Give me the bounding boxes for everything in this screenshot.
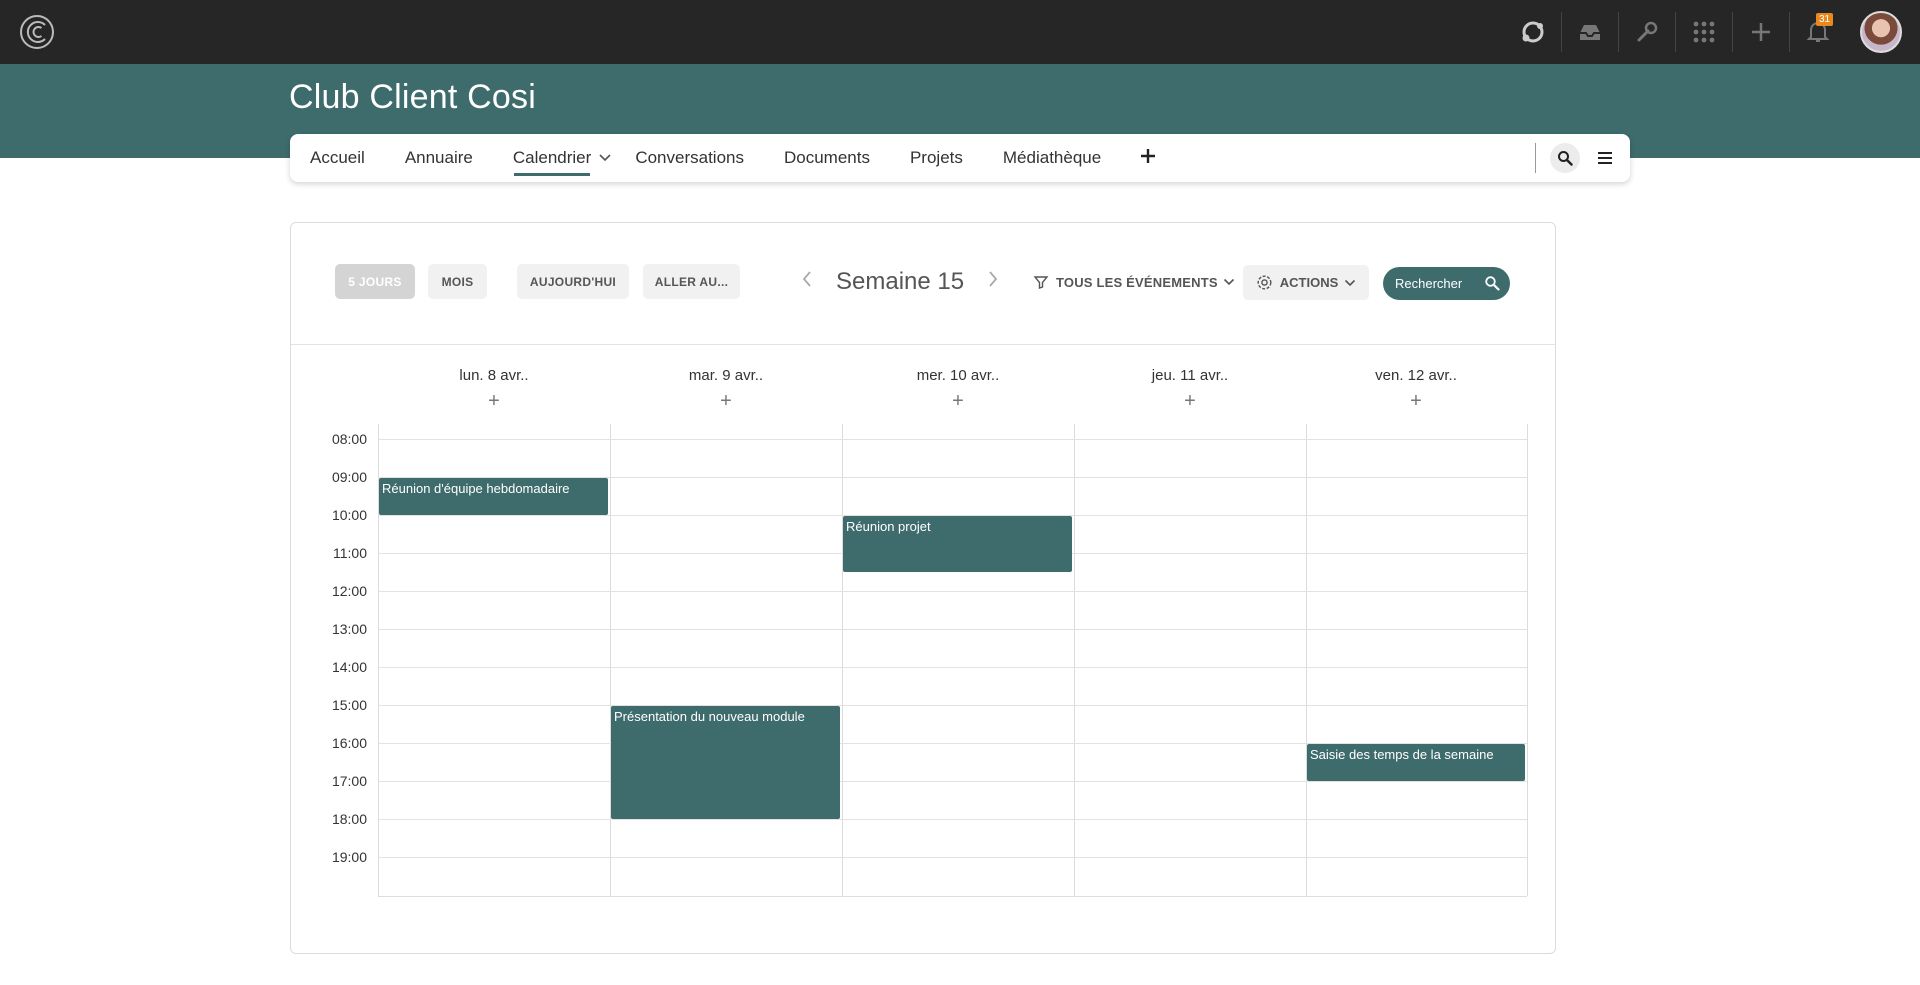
hour-line bbox=[378, 591, 1527, 592]
hour-label: 13:00 bbox=[331, 621, 367, 637]
hour-label: 12:00 bbox=[331, 583, 367, 599]
day-header: jeu. 11 avr.. bbox=[1151, 367, 1229, 384]
week-navigator: Semaine 15 bbox=[796, 264, 1004, 300]
tab-annuaire[interactable]: Annuaire bbox=[385, 134, 493, 182]
grid-column-line bbox=[1074, 424, 1075, 896]
month-button[interactable]: MOIS bbox=[428, 264, 487, 299]
week-label: Semaine 15 bbox=[836, 268, 965, 295]
chevron-down-icon bbox=[1223, 278, 1234, 286]
add-event-button[interactable]: + bbox=[1074, 391, 1306, 411]
day-header: lun. 8 avr.. bbox=[459, 367, 529, 384]
grid-column-line bbox=[1527, 424, 1528, 896]
notifications-button[interactable]: 31 bbox=[1790, 0, 1846, 64]
five-days-button[interactable]: 5 JOURS bbox=[335, 264, 415, 299]
hour-label: 11:00 bbox=[333, 545, 367, 561]
add-tab-icon[interactable] bbox=[1121, 144, 1175, 172]
tab-documents[interactable]: Documents bbox=[764, 134, 890, 182]
grid-column-line bbox=[1306, 424, 1307, 896]
hour-label: 18:00 bbox=[331, 811, 367, 827]
hour-label: 09:00 bbox=[331, 469, 367, 485]
page-title: Club Client Cosi bbox=[289, 78, 536, 116]
hour-line bbox=[378, 819, 1527, 820]
app-logo-icon[interactable] bbox=[18, 13, 56, 51]
add-event-button[interactable]: + bbox=[378, 391, 610, 411]
hour-label: 17:00 bbox=[331, 773, 367, 789]
support-icon[interactable] bbox=[1505, 0, 1561, 64]
tab-calendrier[interactable]: Calendrier bbox=[493, 134, 611, 182]
notification-badge: 31 bbox=[1816, 13, 1834, 26]
filter-icon bbox=[1033, 276, 1049, 289]
calendar-event[interactable]: Réunion projet bbox=[843, 516, 1072, 572]
grid-column-line bbox=[610, 424, 611, 896]
calendar-grid[interactable]: Réunion d'équipe hebdomadaire Réunion pro… bbox=[378, 424, 1528, 897]
add-event-button[interactable]: + bbox=[842, 391, 1074, 411]
day-header: mer. 10 avr.. bbox=[916, 367, 1000, 384]
space-nav: Accueil Annuaire Calendrier Conversation… bbox=[290, 134, 1630, 182]
actions-button[interactable]: ACTIONS bbox=[1243, 265, 1369, 300]
day-header: mar. 9 avr.. bbox=[688, 367, 764, 384]
chevron-left-icon[interactable] bbox=[796, 270, 818, 294]
calendar-search-label: Rechercher bbox=[1395, 276, 1463, 291]
calendar-card: 5 JOURS MOIS AUJOURD'HUI ALLER AU... Sem… bbox=[290, 222, 1556, 954]
add-event-button[interactable]: + bbox=[1306, 391, 1526, 411]
tab-conversations[interactable]: Conversations bbox=[615, 134, 764, 182]
menu-icon[interactable] bbox=[1590, 143, 1620, 173]
hour-label: 10:00 bbox=[331, 507, 367, 523]
hour-label: 08:00 bbox=[331, 431, 367, 447]
search-icon[interactable] bbox=[1550, 143, 1580, 173]
hour-line bbox=[378, 629, 1527, 630]
tab-accueil[interactable]: Accueil bbox=[290, 134, 385, 182]
inbox-icon[interactable] bbox=[1562, 0, 1618, 64]
add-event-button[interactable]: + bbox=[610, 391, 842, 411]
today-button[interactable]: AUJOURD'HUI bbox=[517, 264, 629, 299]
plus-icon[interactable] bbox=[1733, 0, 1789, 64]
hour-label: 19:00 bbox=[331, 849, 367, 865]
grid-column-line bbox=[842, 424, 843, 896]
calendar-search-button[interactable]: Rechercher bbox=[1383, 267, 1510, 300]
hour-label: 15:00 bbox=[331, 697, 367, 713]
search-icon bbox=[1485, 276, 1500, 291]
events-filter[interactable]: TOUS LES ÉVÉNEMENTS bbox=[1033, 264, 1235, 300]
events-filter-label: TOUS LES ÉVÉNEMENTS bbox=[1056, 274, 1218, 290]
nav-divider bbox=[1535, 143, 1536, 173]
apps-grid-icon[interactable] bbox=[1676, 0, 1732, 64]
calendar-toolbar: 5 JOURS MOIS AUJOURD'HUI ALLER AU... Sem… bbox=[291, 223, 1555, 345]
day-header: ven. 12 avr.. bbox=[1375, 367, 1457, 384]
hour-label: 14:00 bbox=[331, 659, 367, 675]
chevron-down-icon bbox=[1345, 279, 1356, 286]
hour-label: 16:00 bbox=[331, 735, 367, 751]
hour-line bbox=[378, 781, 1527, 782]
tab-mediatheque[interactable]: Médiathèque bbox=[983, 134, 1121, 182]
avatar[interactable] bbox=[1860, 11, 1902, 53]
tab-projets[interactable]: Projets bbox=[890, 134, 983, 182]
chevron-right-icon[interactable] bbox=[982, 270, 1004, 294]
goto-button[interactable]: ALLER AU... bbox=[643, 264, 740, 299]
hour-line bbox=[378, 439, 1527, 440]
tools-icon[interactable] bbox=[1619, 0, 1675, 64]
top-bar: 31 bbox=[0, 0, 1920, 64]
actions-label: ACTIONS bbox=[1279, 275, 1339, 290]
hour-line bbox=[378, 667, 1527, 668]
hour-line bbox=[378, 705, 1527, 706]
gear-icon bbox=[1257, 275, 1272, 290]
calendar-event[interactable]: Réunion d'équipe hebdomadaire bbox=[379, 478, 608, 515]
hour-line bbox=[378, 857, 1527, 858]
calendar-event[interactable]: Saisie des temps de la semaine bbox=[1307, 744, 1525, 781]
calendar-event[interactable]: Présentation du nouveau module bbox=[611, 706, 840, 819]
